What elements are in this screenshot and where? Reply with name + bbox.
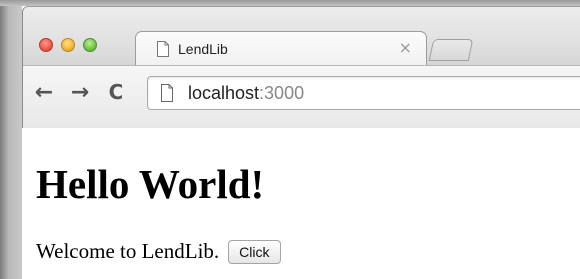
page-content: Hello World! Welcome to LendLib. Click	[22, 128, 580, 279]
browser-toolbar: ← → C localhost:3000	[23, 65, 580, 129]
browser-chrome: LendLib × ← → C localhost:3000	[22, 6, 580, 129]
page-icon	[161, 84, 173, 102]
address-url: localhost:3000	[188, 83, 304, 104]
back-arrow-icon[interactable]: ←	[31, 79, 57, 105]
tab-title: LendLib	[178, 41, 228, 57]
tab-lendlib[interactable]: LendLib ×	[135, 31, 427, 66]
tab-strip: LendLib ×	[23, 7, 580, 66]
zoom-window-icon[interactable]	[83, 38, 97, 52]
reload-icon[interactable]: C	[103, 79, 129, 105]
close-window-icon[interactable]	[39, 38, 53, 52]
forward-arrow-icon[interactable]: →	[67, 79, 93, 105]
window-edge	[0, 0, 22, 279]
page-icon	[157, 41, 169, 57]
address-port: :3000	[259, 83, 305, 103]
minimize-window-icon[interactable]	[61, 38, 75, 52]
address-bar[interactable]: localhost:3000	[147, 76, 580, 110]
click-button[interactable]: Click	[228, 239, 281, 264]
page-heading: Hello World!	[36, 161, 265, 207]
address-host: localhost	[188, 83, 260, 103]
tab-close-icon[interactable]: ×	[399, 38, 412, 57]
screen: LendLib × ← → C localhost:3000 Hello Wor…	[0, 0, 580, 279]
new-tab-button[interactable]	[428, 39, 474, 61]
welcome-text: Welcome to LendLib.	[36, 239, 220, 263]
welcome-line: Welcome to LendLib. Click	[36, 239, 281, 264]
